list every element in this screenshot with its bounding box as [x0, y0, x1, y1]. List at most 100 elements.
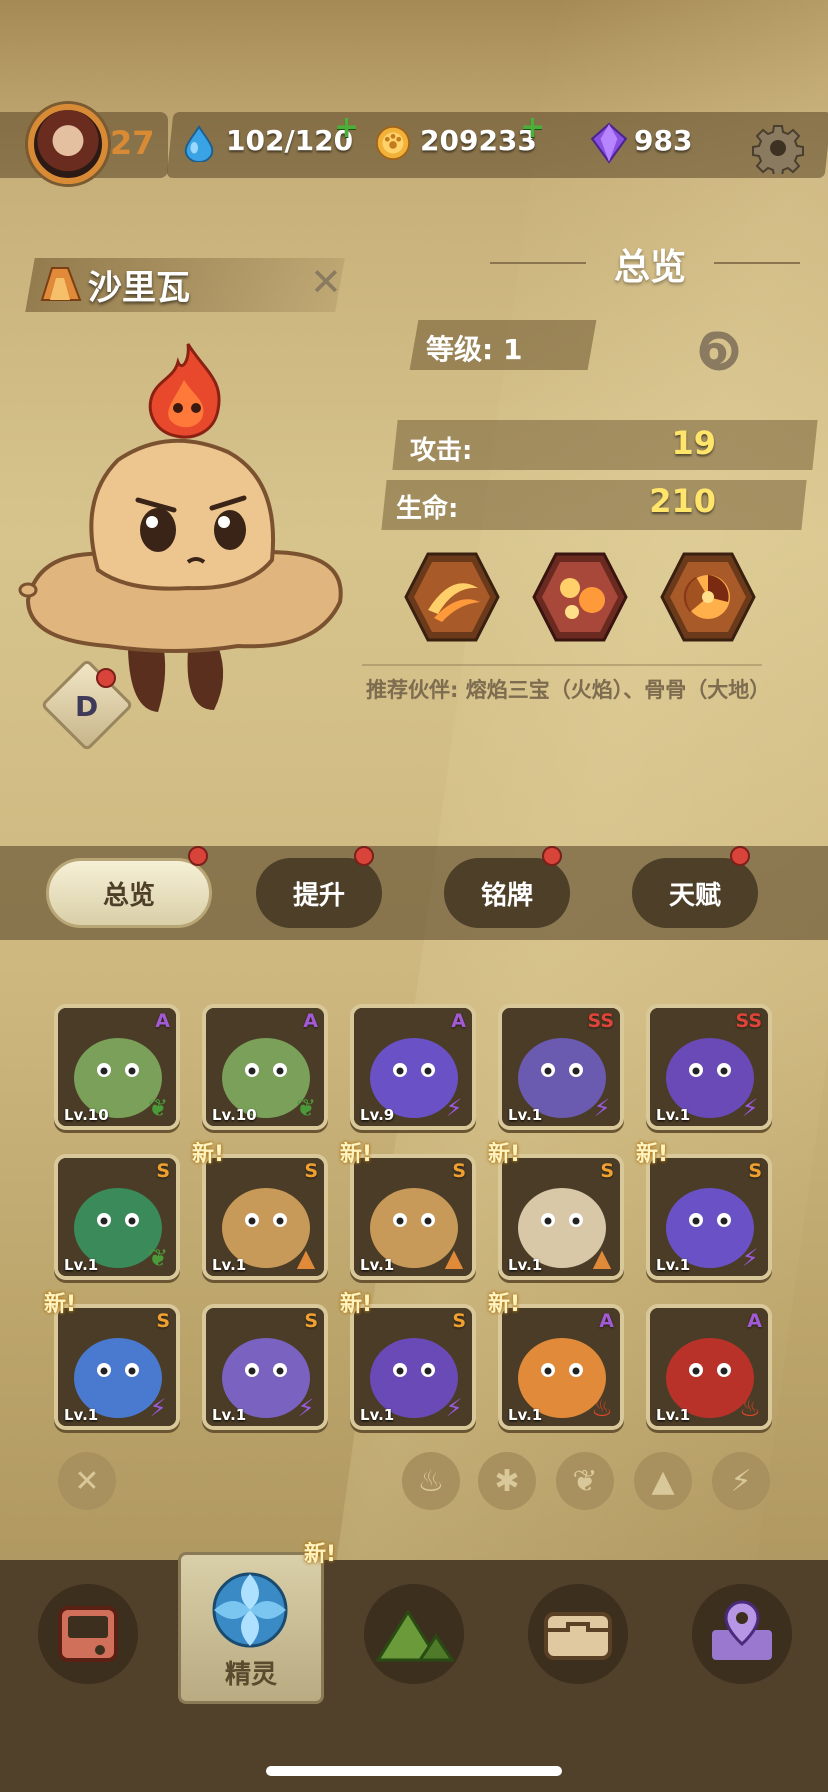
spirit-card[interactable]: S Lv.1 ▲: [350, 1154, 476, 1280]
new-tag: 新!: [44, 1292, 77, 1317]
skill-orbs-icon[interactable]: [532, 552, 628, 642]
bolt-element-icon: ⚡: [297, 1394, 315, 1422]
rank-label: A: [303, 1010, 318, 1032]
player-avatar[interactable]: [28, 104, 108, 184]
level-label: Lv.1: [508, 1256, 543, 1274]
home-indicator: [266, 1766, 562, 1776]
leaf-element-icon: ❦: [147, 1094, 169, 1122]
spirit-card[interactable]: S Lv.1 ⚡: [54, 1304, 180, 1430]
new-tag: 新!: [488, 1292, 521, 1317]
tab-upgrade[interactable]: 提升: [256, 858, 382, 928]
nav-spirit-icon: [212, 1572, 288, 1648]
rank-label: SS: [735, 1010, 762, 1032]
notification-dot: [96, 668, 116, 688]
hp-value: 210: [649, 482, 716, 520]
tab-talent-dot: [730, 846, 750, 866]
filter-leaf-icon[interactable]: ❦: [556, 1452, 614, 1510]
spirit-card[interactable]: S Lv.1 ⚡: [646, 1154, 772, 1280]
spirit-card[interactable]: S Lv.1 ❦: [54, 1154, 180, 1280]
nav-map-pin-icon[interactable]: [692, 1584, 792, 1684]
bolt-element-icon: ⚡: [149, 1394, 167, 1422]
filter-fire-icon[interactable]: ♨: [402, 1452, 460, 1510]
filter-snow-icon[interactable]: ✱: [478, 1452, 536, 1510]
level-label: 等级: 1: [426, 333, 523, 366]
nav-spirit-label: 精灵: [224, 1660, 277, 1690]
level-label: Lv.1: [64, 1406, 99, 1424]
filter-bolt-icon[interactable]: ⚡: [712, 1452, 770, 1510]
skill-slash-icon[interactable]: [404, 552, 500, 642]
level-label: Lv.9: [360, 1106, 395, 1124]
settings-gear-icon[interactable]: [752, 122, 804, 174]
earth-element-icon: ▲: [296, 1244, 316, 1272]
level-label: Lv.1: [508, 1406, 543, 1424]
rank-label: S: [156, 1160, 170, 1182]
spirit-card[interactable]: A Lv.10 ❦: [54, 1004, 180, 1130]
attack-value: 19: [671, 424, 716, 462]
spirit-card[interactable]: S Lv.1 ▲: [498, 1154, 624, 1280]
leaf-element-icon: ❦: [147, 1244, 169, 1272]
close-button[interactable]: ✕: [310, 260, 342, 304]
level-label: Lv.1: [508, 1106, 543, 1124]
hp-label: 生命:: [396, 494, 459, 524]
nav-new-tag: 新!: [304, 1542, 337, 1567]
level-label: Lv.1: [656, 1406, 691, 1424]
player-level: 27: [110, 124, 155, 162]
spirit-card[interactable]: A Lv.1 ♨: [646, 1304, 772, 1430]
level-circle-icon: [699, 331, 739, 371]
spirit-name: 沙里瓦: [88, 268, 190, 308]
level-label: Lv.1: [656, 1256, 691, 1274]
level-label: Lv.1: [656, 1106, 691, 1124]
rank-label: S: [748, 1160, 762, 1182]
spirit-card[interactable]: SS Lv.1 ⚡: [498, 1004, 624, 1130]
bolt-element-icon: ⚡: [741, 1094, 759, 1122]
recommend-text: 推荐伙伴: 熔焰三宝（火焰）、骨骨（大地）: [366, 678, 771, 702]
rank-label: S: [452, 1310, 466, 1332]
rank-label: S: [304, 1310, 318, 1332]
bolt-element-icon: ⚡: [593, 1094, 611, 1122]
rank-label: S: [600, 1160, 614, 1182]
level-label: Lv.1: [360, 1256, 395, 1274]
attack-label: 攻击:: [410, 436, 473, 466]
spirit-card[interactable]: A Lv.1 ♨: [498, 1304, 624, 1430]
rank-label: A: [451, 1010, 466, 1032]
spirit-card[interactable]: A Lv.10 ❦: [202, 1004, 328, 1130]
filter-clear-button[interactable]: ✕: [58, 1452, 116, 1510]
tab-upgrade-dot: [354, 846, 374, 866]
level-label: Lv.1: [64, 1256, 99, 1274]
add-water-button[interactable]: +: [334, 110, 359, 145]
new-tag: 新!: [636, 1142, 669, 1167]
spirit-card[interactable]: S Lv.1 ▲: [202, 1154, 328, 1280]
tab-overview[interactable]: 总览: [46, 858, 212, 928]
add-coin-button[interactable]: +: [520, 110, 545, 145]
divider: [362, 664, 762, 666]
rank-label: SS: [587, 1010, 614, 1032]
nav-chest-icon[interactable]: [528, 1584, 628, 1684]
rank-label: A: [155, 1010, 170, 1032]
spirit-card[interactable]: A Lv.9 ⚡: [350, 1004, 476, 1130]
tab-nameplate-dot: [542, 846, 562, 866]
bolt-element-icon: ⚡: [445, 1094, 463, 1122]
rank-label: A: [599, 1310, 614, 1332]
nav-shop-icon[interactable]: [38, 1584, 138, 1684]
new-tag: 新!: [340, 1142, 373, 1167]
bolt-element-icon: ⚡: [445, 1394, 463, 1422]
spirit-card[interactable]: S Lv.1 ⚡: [350, 1304, 476, 1430]
nav-mountain-icon[interactable]: [364, 1584, 464, 1684]
tab-talent[interactable]: 天赋: [632, 858, 758, 928]
earth-element-icon: ▲: [592, 1244, 612, 1272]
level-label: Lv.1: [212, 1406, 247, 1424]
tab-nameplate[interactable]: 铭牌: [444, 858, 570, 928]
new-tag: 新!: [488, 1142, 521, 1167]
level-label: Lv.10: [64, 1106, 109, 1124]
ornament-left: [490, 262, 586, 264]
rank-label: S: [156, 1310, 170, 1332]
spirit-card[interactable]: SS Lv.1 ⚡: [646, 1004, 772, 1130]
level-label: Lv.10: [212, 1106, 257, 1124]
skill-swirl-icon[interactable]: [660, 552, 756, 642]
fire-element-icon: ♨: [739, 1394, 761, 1422]
ornament-right: [714, 262, 800, 264]
coin-icon: [375, 125, 411, 161]
new-tag: 新!: [340, 1292, 373, 1317]
spirit-card[interactable]: S Lv.1 ⚡: [202, 1304, 328, 1430]
filter-earth-icon[interactable]: ▲: [634, 1452, 692, 1510]
